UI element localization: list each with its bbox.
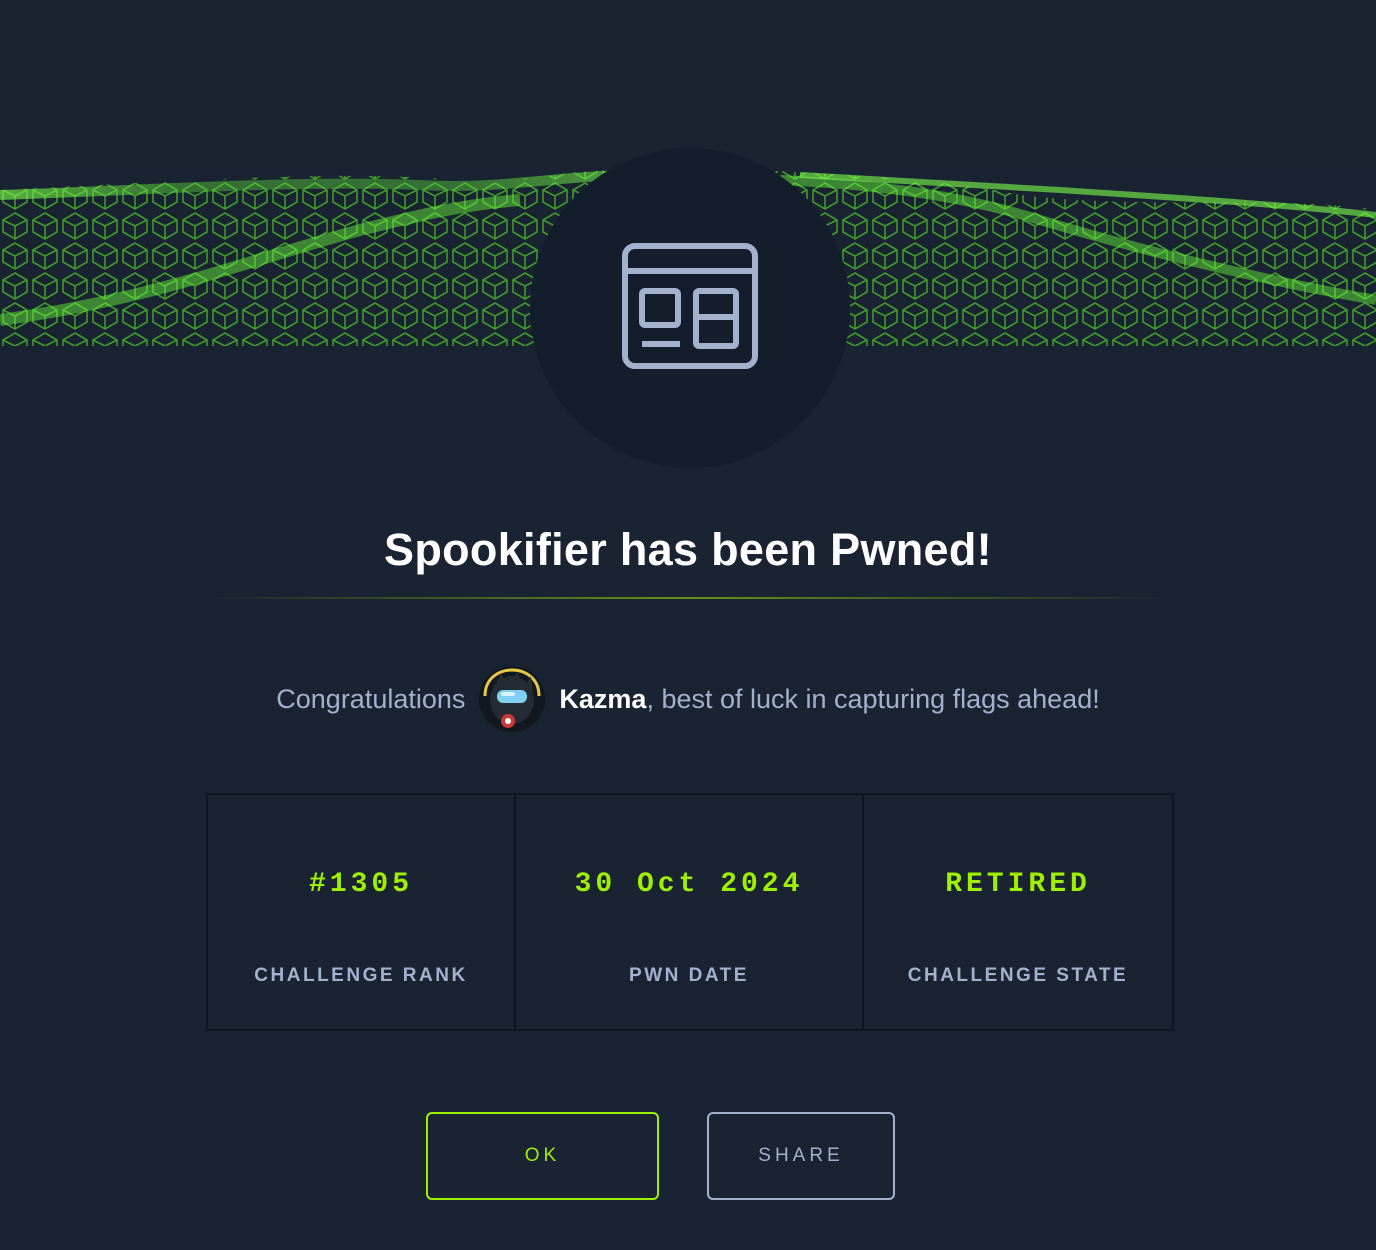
stat-challenge-state: RETIRED CHALLENGE STATE — [864, 795, 1172, 1029]
stat-value: 30 Oct 2024 — [574, 869, 804, 900]
congrats-line: Congratulations Kazma , best of luck in … — [0, 664, 1376, 734]
stats-panel: #1305 CHALLENGE RANK 30 Oct 2024 PWN DAT… — [206, 793, 1174, 1031]
congrats-prefix: Congratulations — [276, 683, 466, 714]
modal-title: Spookifier has been Pwned! — [384, 524, 992, 575]
challenge-icon-circle — [530, 148, 850, 468]
pwned-modal: Spookifier has been Pwned! Congratulatio… — [0, 0, 1376, 1250]
stat-challenge-rank: #1305 CHALLENGE RANK — [208, 795, 516, 1029]
web-browser-window-icon — [620, 241, 760, 376]
stat-label: CHALLENGE STATE — [907, 965, 1129, 986]
stat-label: CHALLENGE RANK — [254, 965, 468, 986]
user-avatar[interactable] — [479, 666, 546, 732]
stat-value: RETIRED — [945, 869, 1091, 900]
share-button[interactable]: SHARE — [707, 1112, 895, 1200]
username[interactable]: Kazma — [559, 684, 646, 715]
modal-header-band — [0, 0, 1376, 170]
stat-pwn-date: 30 Oct 2024 PWN DATE — [516, 795, 864, 1029]
ok-button[interactable]: OK — [426, 1112, 659, 1200]
title-divider — [206, 597, 1172, 599]
stat-value: #1305 — [308, 869, 413, 900]
stat-label: PWN DATE — [629, 965, 749, 986]
congrats-suffix: , best of luck in capturing flags ahead! — [646, 683, 1100, 714]
